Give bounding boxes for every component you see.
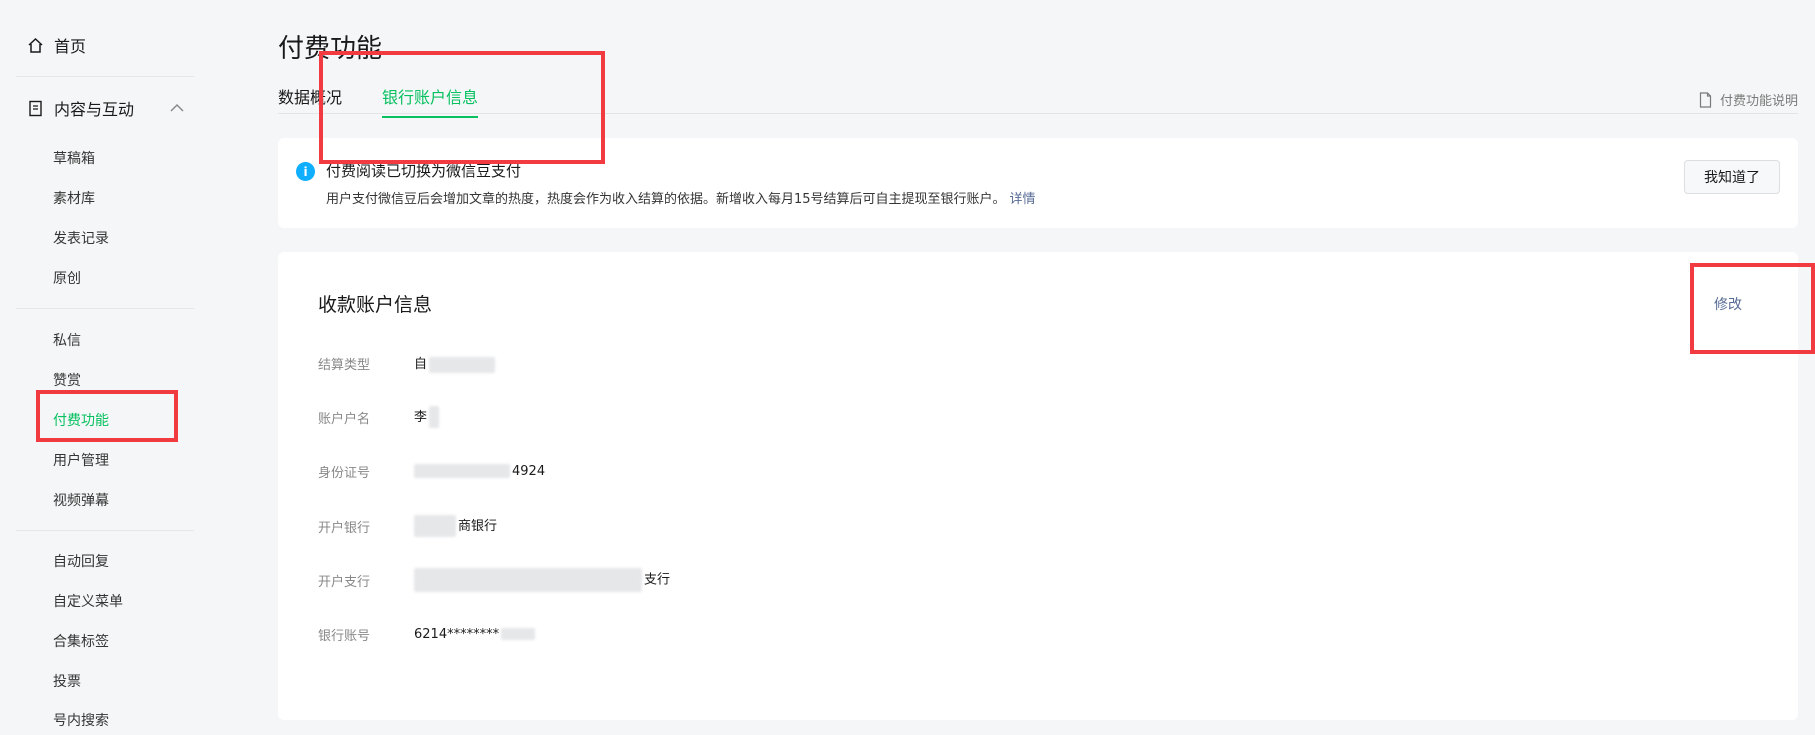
field-label: 结算类型	[318, 357, 371, 373]
sidebar-item-video-danmaku[interactable]: 视频弹幕	[53, 487, 109, 513]
sidebar-item-paid-features[interactable]: 付费功能	[53, 407, 109, 433]
help-link[interactable]: 付费功能说明	[1699, 90, 1798, 109]
account-info-card: 收款账户信息 修改 结算类型 自 账户户名 李 身份证号 4924 开户银行 商…	[278, 252, 1798, 720]
sidebar-item-polls[interactable]: 投票	[53, 668, 81, 694]
sidebar-item-auto-reply[interactable]: 自动回复	[53, 548, 109, 574]
field-label: 身份证号	[318, 465, 371, 481]
nav-divider	[16, 76, 194, 77]
field-value: 支行	[414, 568, 670, 592]
sidebar-item-custom-menu[interactable]: 自定义菜单	[53, 588, 123, 614]
tab-bar: 数据概况 银行账户信息	[278, 80, 1798, 118]
page-title: 付费功能	[278, 34, 383, 64]
sidebar-item-messages[interactable]: 私信	[53, 327, 81, 353]
document-icon	[26, 99, 44, 117]
sidebar-item-original[interactable]: 原创	[53, 265, 81, 291]
nav-home-label: 首页	[54, 37, 87, 56]
nav-divider	[16, 308, 194, 309]
acknowledge-button[interactable]: 我知道了	[1684, 160, 1780, 194]
edit-link[interactable]: 修改	[1714, 294, 1742, 314]
notice-text: 用户支付微信豆后会增加文章的热度，热度会作为收入结算的依据。新增收入每月15号结…	[326, 192, 1006, 207]
field-value: 商银行	[414, 515, 497, 538]
field-bank: 开户银行 商银行	[318, 515, 497, 538]
notice-detail-link[interactable]: 详情	[1010, 192, 1036, 207]
notice-title: 付费阅读已切换为微信豆支付	[326, 162, 522, 180]
field-label: 开户支行	[318, 574, 371, 590]
field-account-number: 银行账号 6214********	[318, 623, 536, 645]
home-icon	[26, 36, 44, 54]
field-value: 自	[414, 353, 496, 373]
field-label: 银行账号	[318, 628, 371, 644]
field-settlement-type: 结算类型 自	[318, 352, 496, 374]
nav-divider	[16, 530, 194, 531]
field-value: 4924	[414, 464, 545, 479]
field-account-name: 账户户名 李	[318, 406, 440, 429]
sidebar-item-publish-log[interactable]: 发表记录	[53, 225, 109, 251]
field-branch: 开户支行 支行	[318, 568, 670, 592]
nav-home[interactable]: 首页	[26, 30, 86, 60]
tab-bank-account-info[interactable]: 银行账户信息	[382, 84, 479, 118]
tab-data-overview[interactable]: 数据概况	[278, 84, 342, 116]
field-label: 账户户名	[318, 411, 371, 427]
sidebar: 首页 内容与互动 草稿箱 素材库 发表记录 原创 私信 赞赏 付费功能 用户管理…	[0, 0, 232, 735]
nav-group-content[interactable]: 内容与互动	[26, 93, 206, 123]
sidebar-item-in-account-search[interactable]: 号内搜索	[53, 707, 109, 733]
sidebar-item-user-management[interactable]: 用户管理	[53, 447, 109, 473]
field-label: 开户银行	[318, 520, 371, 536]
sidebar-item-drafts[interactable]: 草稿箱	[53, 145, 95, 171]
notice-description: 用户支付微信豆后会增加文章的热度，热度会作为收入结算的依据。新增收入每月15号结…	[326, 188, 1036, 207]
chevron-up-icon[interactable]	[168, 99, 186, 117]
info-icon: i	[296, 162, 315, 181]
notice-banner: i 付费阅读已切换为微信豆支付 用户支付微信豆后会增加文章的热度，热度会作为收入…	[278, 138, 1798, 228]
file-icon	[1699, 91, 1712, 108]
sidebar-item-rewards[interactable]: 赞赏	[53, 367, 81, 393]
help-link-label: 付费功能说明	[1719, 94, 1798, 109]
field-id-number: 身份证号 4924	[318, 460, 545, 482]
nav-group-label: 内容与互动	[54, 100, 135, 119]
sidebar-item-collection-tags[interactable]: 合集标签	[53, 628, 109, 654]
sidebar-item-materials[interactable]: 素材库	[53, 185, 95, 211]
field-value: 6214********	[414, 627, 536, 642]
field-value: 李	[414, 406, 440, 429]
card-title: 收款账户信息	[318, 294, 433, 316]
